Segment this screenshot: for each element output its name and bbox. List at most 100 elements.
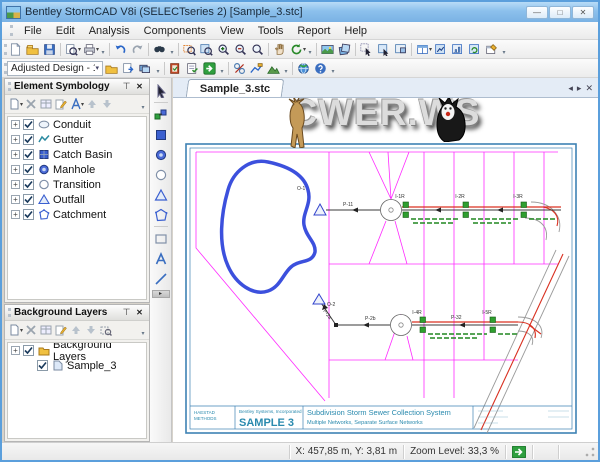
document-tab[interactable]: Sample_3.stc: [186, 79, 285, 97]
scenario-dropdown[interactable]: Adjusted Design - 10: [7, 61, 103, 76]
toolbar-overflow-icon[interactable]: [500, 42, 508, 56]
web-icon[interactable]: [295, 60, 312, 76]
close-icon[interactable]: [133, 307, 146, 319]
tab-scroll-left-icon[interactable]: ◂: [568, 83, 573, 94]
checkbox[interactable]: [23, 119, 34, 130]
expander-icon[interactable]: [11, 210, 20, 219]
pin-icon[interactable]: [120, 81, 133, 93]
help-icon[interactable]: [312, 60, 329, 76]
toolbar-overflow-icon[interactable]: [154, 61, 162, 75]
delete-icon[interactable]: [23, 323, 38, 338]
expander-icon[interactable]: [11, 150, 20, 159]
tree-item-gutter[interactable]: Gutter: [8, 132, 146, 147]
expander-icon[interactable]: [11, 165, 20, 174]
close-button[interactable]: ✕: [572, 6, 594, 19]
find-icon[interactable]: [151, 41, 168, 57]
tree-item-outfall[interactable]: Outfall: [8, 192, 146, 207]
undo-icon[interactable]: [112, 41, 129, 57]
toolbar-overflow-icon[interactable]: [306, 42, 314, 56]
design-constraints-icon[interactable]: [231, 60, 248, 76]
catchment-tool-icon[interactable]: [152, 206, 170, 223]
toolbar-overflow-icon[interactable]: [329, 61, 337, 75]
calculation-options-icon[interactable]: [137, 60, 154, 76]
lower-network[interactable]: [313, 294, 518, 338]
toolbar-more-icon[interactable]: [152, 290, 170, 298]
save-icon[interactable]: [41, 41, 58, 57]
table-icon[interactable]: [38, 97, 53, 112]
zoom-extents-icon[interactable]: [249, 41, 266, 57]
menu-tools[interactable]: Tools: [251, 23, 291, 39]
zoom-in-icon[interactable]: [215, 41, 232, 57]
move-up-icon[interactable]: [84, 97, 99, 112]
profiles-icon[interactable]: [248, 60, 265, 76]
compute-icon[interactable]: [201, 60, 218, 76]
zoom-center-icon[interactable]: [198, 41, 215, 57]
expander-icon[interactable]: [11, 195, 20, 204]
sync-icon[interactable]: [466, 41, 483, 57]
image-icon[interactable]: [319, 41, 336, 57]
menu-edit[interactable]: Edit: [49, 23, 82, 39]
expander-icon[interactable]: [11, 120, 20, 129]
border-tool-icon[interactable]: [152, 230, 170, 247]
pin-icon[interactable]: [120, 307, 133, 319]
tree-item-catchment[interactable]: Catchment: [8, 207, 146, 222]
toolbar-overflow-icon[interactable]: [168, 42, 176, 56]
transition-tool-icon[interactable]: [152, 166, 170, 183]
graphs-icon[interactable]: [449, 41, 466, 57]
aerial-view-icon[interactable]: [392, 41, 409, 57]
move-down-icon[interactable]: [99, 97, 114, 112]
toolbar-overflow-icon[interactable]: [99, 42, 107, 56]
panel-overflow-icon[interactable]: [139, 323, 147, 337]
layers-icon[interactable]: [336, 41, 353, 57]
close-icon[interactable]: [133, 81, 146, 93]
alternatives-icon[interactable]: [120, 60, 137, 76]
compute-status-icon[interactable]: [512, 446, 526, 458]
zoom-window-icon[interactable]: [181, 41, 198, 57]
drawing-canvas[interactable]: CWER.WS: [173, 98, 598, 442]
notifications-icon[interactable]: [184, 60, 201, 76]
pond[interactable]: [222, 161, 315, 292]
menu-report[interactable]: Report: [290, 23, 337, 39]
checkbox[interactable]: [23, 149, 34, 160]
menu-view[interactable]: View: [213, 23, 251, 39]
table-icon[interactable]: [38, 323, 53, 338]
tree-item-background-layers-root[interactable]: Background Layers: [8, 343, 146, 358]
edit-icon[interactable]: [53, 323, 68, 338]
checkbox[interactable]: [23, 194, 34, 205]
expander-icon[interactable]: [11, 135, 20, 144]
checkbox[interactable]: [23, 134, 34, 145]
new-file-icon[interactable]: [7, 41, 24, 57]
select-element-icon[interactable]: [358, 41, 375, 57]
panel-overflow-icon[interactable]: [139, 97, 147, 111]
validate-icon[interactable]: [167, 60, 184, 76]
line-tool-icon[interactable]: [152, 270, 170, 287]
resize-grip[interactable]: [584, 446, 596, 458]
text-tool-icon[interactable]: [152, 250, 170, 267]
menu-analysis[interactable]: Analysis: [82, 23, 137, 39]
pan-icon[interactable]: [271, 41, 288, 57]
tree-item-manhole[interactable]: Manhole: [8, 162, 146, 177]
checkbox[interactable]: [23, 164, 34, 175]
checkbox[interactable]: [23, 179, 34, 190]
tab-scroll-right-icon[interactable]: ▸: [577, 83, 582, 94]
select-tool-icon[interactable]: [152, 82, 170, 99]
maximize-button[interactable]: □: [549, 6, 571, 19]
catch-basin-tool-icon[interactable]: [152, 126, 170, 143]
pipe-layout-tool-icon[interactable]: [152, 106, 170, 123]
tree-item-conduit[interactable]: Conduit: [8, 117, 146, 132]
delete-icon[interactable]: [23, 97, 38, 112]
zoom-to-layer-icon[interactable]: [98, 323, 113, 338]
manhole-tool-icon[interactable]: [152, 146, 170, 163]
zoom-out-icon[interactable]: [232, 41, 249, 57]
open-file-icon[interactable]: [24, 41, 41, 57]
tree-item-transition[interactable]: Transition: [8, 177, 146, 192]
expander-icon[interactable]: [11, 346, 20, 355]
scenarios-icon[interactable]: [103, 60, 120, 76]
redo-icon[interactable]: [129, 41, 146, 57]
checkbox[interactable]: [23, 345, 34, 356]
toolbar-overflow-icon[interactable]: [218, 61, 226, 75]
outfall-tool-icon[interactable]: [152, 186, 170, 203]
properties-icon[interactable]: [483, 41, 500, 57]
checkbox[interactable]: [37, 360, 48, 371]
menu-file[interactable]: File: [17, 23, 49, 39]
